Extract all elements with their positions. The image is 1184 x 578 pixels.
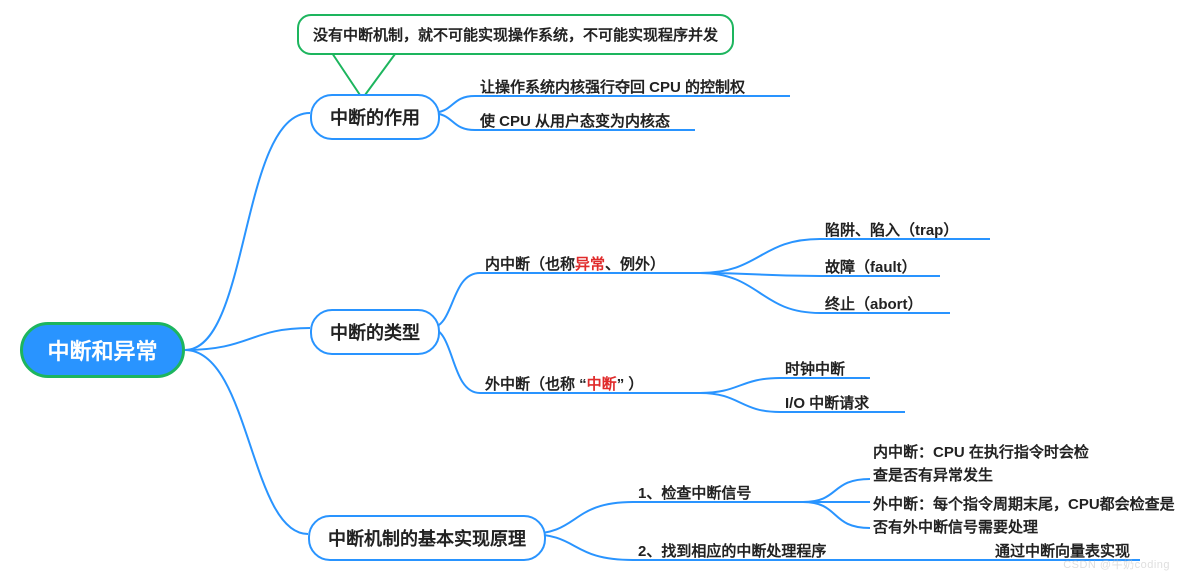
leaf-abort: 终止（abort） bbox=[825, 293, 923, 314]
root-node: 中断和异常 bbox=[20, 322, 185, 378]
text: 、例外） bbox=[605, 256, 665, 273]
leaf-trap: 陷阱、陷入（trap） bbox=[825, 219, 958, 240]
leaf-step-locate: 2、找到相应的中断处理程序 bbox=[638, 540, 826, 561]
watermark: CSDN @牛奶coding bbox=[1063, 556, 1170, 572]
leaf-check-inner: 内中断：CPU 在执行指令时会检查是否有异常发生 bbox=[873, 442, 1093, 487]
callout-importance: 没有中断机制，就不可能实现操作系统，不可能实现程序并发 bbox=[297, 14, 734, 55]
node-types: 中断的类型 bbox=[310, 309, 440, 355]
leaf-io: I/O 中断请求 bbox=[785, 392, 869, 413]
node-mechanism: 中断机制的基本实现原理 bbox=[308, 515, 546, 561]
leaf-check-outer: 外中断：每个指令周期末尾，CPU都会检查是否有外中断信号需要处理 bbox=[873, 494, 1183, 539]
text-red: 异常 bbox=[575, 256, 605, 273]
leaf-role-1: 让操作系统内核强行夺回 CPU 的控制权 bbox=[480, 76, 745, 97]
leaf-inner-interrupt: 内中断（也称异常、例外） bbox=[485, 253, 665, 274]
text: ” ） bbox=[617, 376, 644, 393]
text: 外中断（也称 “ bbox=[485, 376, 587, 393]
leaf-fault: 故障（fault） bbox=[825, 256, 917, 277]
text-red: 中断 bbox=[587, 376, 617, 393]
text: 内中断（也称 bbox=[485, 256, 575, 273]
leaf-step-check: 1、检查中断信号 bbox=[638, 482, 751, 503]
leaf-timer: 时钟中断 bbox=[785, 358, 845, 379]
leaf-outer-interrupt: 外中断（也称 “中断” ） bbox=[485, 373, 643, 394]
leaf-role-2: 使 CPU 从用户态变为内核态 bbox=[480, 110, 670, 131]
node-role: 中断的作用 bbox=[310, 94, 440, 140]
